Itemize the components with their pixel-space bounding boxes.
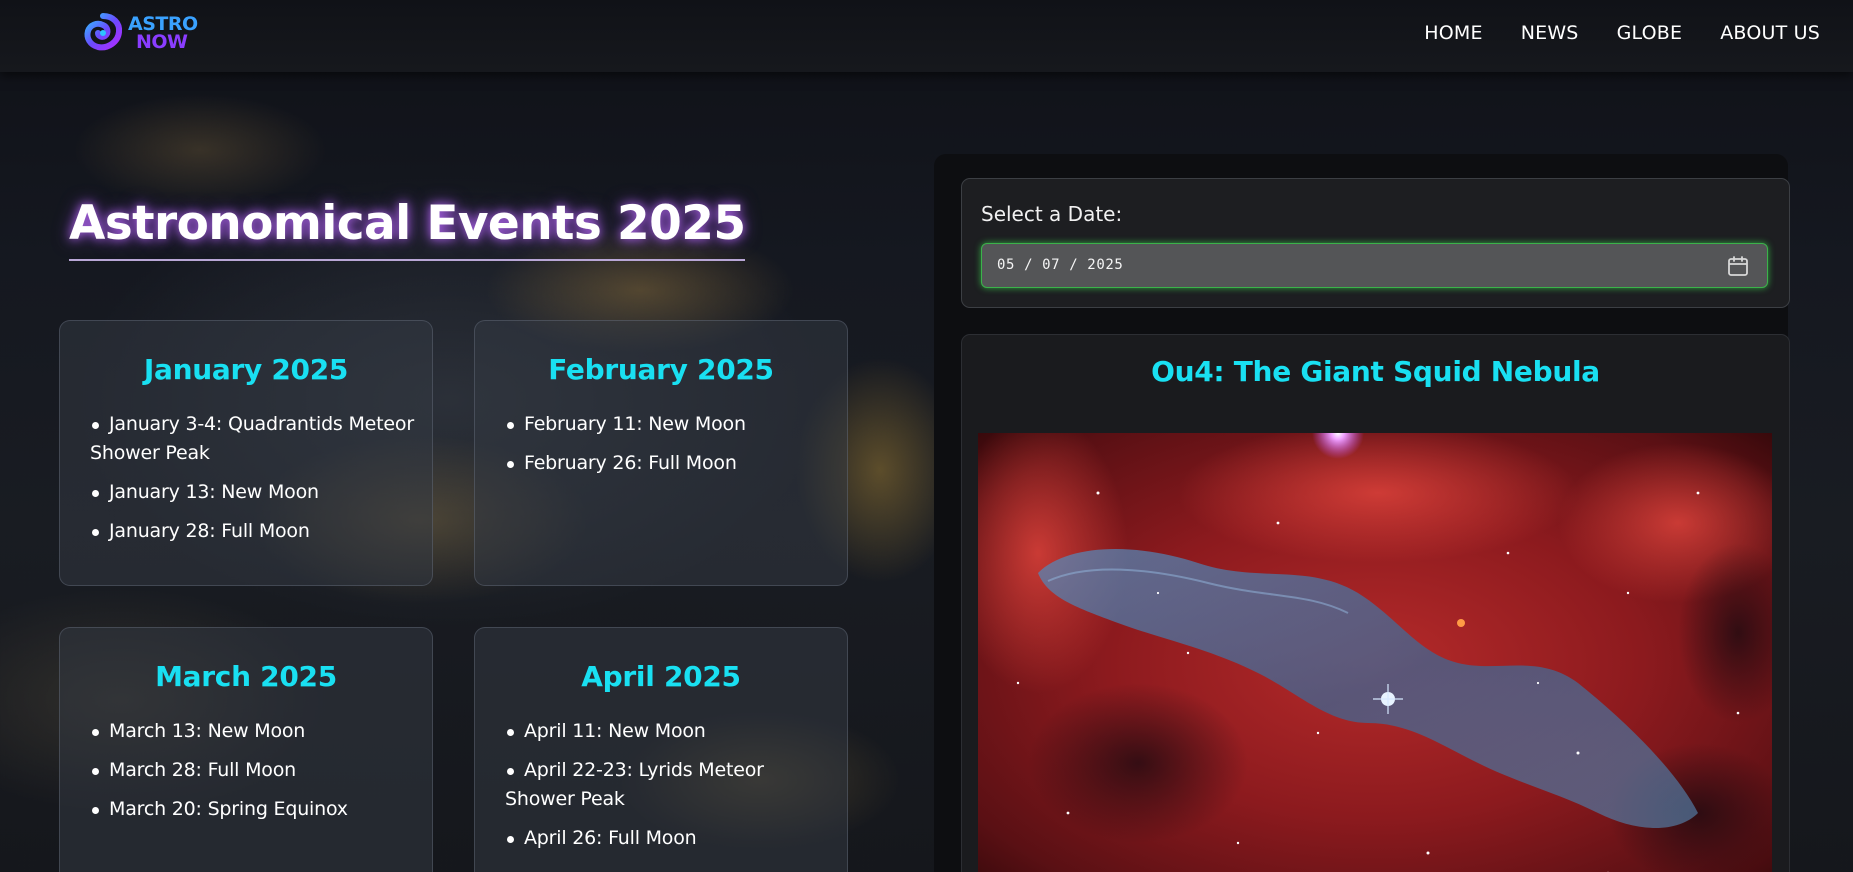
date-label: Select a Date: — [981, 202, 1123, 226]
month-card-february: February 2025 February 11: New Moon Febr… — [474, 320, 848, 586]
event-item: February 11: New Moon — [505, 410, 829, 439]
nav-home-link[interactable]: HOME — [1424, 22, 1482, 44]
month-card-march: March 2025 March 13: New Moon March 28: … — [59, 627, 433, 872]
event-list: March 13: New Moon March 28: Full Moon M… — [60, 717, 432, 824]
event-item: January 28: Full Moon — [90, 517, 414, 546]
main-nav: HOME NEWS GLOBE ABOUT US — [1424, 22, 1820, 44]
nav-about-link[interactable]: ABOUT US — [1720, 22, 1820, 44]
event-item: January 3-4: Quadrantids Meteor Shower P… — [90, 410, 414, 468]
top-navbar: ASTRO NOW HOME NEWS GLOBE ABOUT US — [0, 0, 1853, 72]
month-card-title: January 2025 — [143, 353, 349, 386]
apod-card: Ou4: The Giant Squid Nebula — [961, 334, 1790, 872]
event-item: January 13: New Moon — [90, 478, 414, 507]
date-picker-box: Select a Date: 05 / 07 / 2025 — [961, 178, 1790, 308]
event-item: March 28: Full Moon — [90, 756, 414, 785]
nav-news-link[interactable]: NEWS — [1521, 22, 1579, 44]
event-item: March 20: Spring Equinox — [90, 795, 414, 824]
astro-now-logo[interactable]: ASTRO NOW — [82, 10, 202, 56]
event-item: February 26: Full Moon — [505, 449, 829, 478]
event-list: February 11: New Moon February 26: Full … — [475, 410, 847, 478]
date-value: 05 / 07 / 2025 — [997, 257, 1124, 273]
nebula-image — [978, 433, 1772, 872]
event-item: April 26: Full Moon — [505, 824, 829, 853]
month-card-title: February 2025 — [548, 353, 774, 386]
month-card-title: March 2025 — [155, 660, 337, 693]
month-card-april: April 2025 April 11: New Moon April 22-2… — [474, 627, 848, 872]
date-input[interactable]: 05 / 07 / 2025 — [981, 243, 1768, 288]
event-item: April 11: New Moon — [505, 717, 829, 746]
nav-globe-link[interactable]: GLOBE — [1617, 22, 1683, 44]
event-list: April 11: New Moon April 22-23: Lyrids M… — [475, 717, 847, 853]
logo-line2: NOW — [136, 31, 188, 53]
calendar-icon[interactable] — [1727, 255, 1749, 277]
apod-title: Ou4: The Giant Squid Nebula — [1151, 355, 1600, 388]
event-list: January 3-4: Quadrantids Meteor Shower P… — [60, 410, 432, 546]
month-card-january: January 2025 January 3-4: Quadrantids Me… — [59, 320, 433, 586]
logo-wordmark: ASTRO NOW — [128, 15, 198, 53]
event-item: March 13: New Moon — [90, 717, 414, 746]
event-item: April 22-23: Lyrids Meteor Shower Peak — [505, 756, 829, 814]
month-card-title: April 2025 — [581, 660, 741, 693]
page-title: Astronomical Events 2025 — [69, 196, 746, 261]
swirl-logo-icon — [84, 13, 123, 51]
